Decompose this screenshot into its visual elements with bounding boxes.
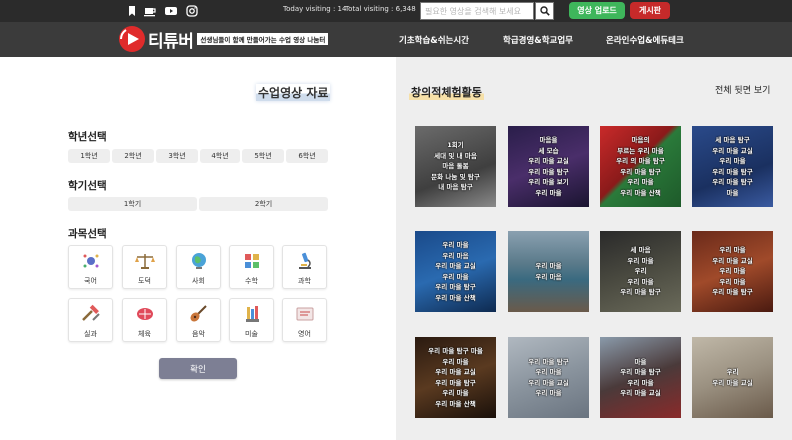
search-icon	[539, 6, 550, 16]
subject-math[interactable]: 수학	[229, 245, 274, 289]
subject-korean[interactable]: 국어	[68, 245, 113, 289]
subject-label: 미술	[245, 330, 258, 338]
grade-1-button[interactable]: 1학년	[68, 149, 110, 163]
scale-icon	[135, 254, 155, 269]
thumbnail-caption: 마음을 세 모습 우리 마을 교실 우리 마을 탐구 우리 마을 보기 우리 마…	[528, 136, 569, 197]
thumbnail-caption: 우리 마을 우리 마음 우리 마을 교실 우리 마을 우리 마을 탐구 우리 마…	[435, 241, 476, 302]
paintbrush-icon	[246, 306, 259, 322]
video-thumbnail-12[interactable]: 우리 우리 마을 교실	[692, 337, 773, 418]
subject-english[interactable]: 영어	[282, 298, 327, 342]
math-blocks-icon	[245, 254, 259, 268]
grade-4-button[interactable]: 4학년	[200, 149, 240, 163]
grade-5-button[interactable]: 5학년	[242, 149, 284, 163]
bookmark-icon[interactable]	[125, 4, 139, 18]
logo-text: 티튜버	[148, 31, 194, 52]
today-visiting: Today visiting : 14	[283, 5, 347, 13]
search-input[interactable]	[420, 2, 534, 20]
video-upload-button[interactable]: 영상 업로드	[569, 2, 625, 19]
semester-section-title: 학기선택	[68, 180, 107, 192]
thumbnail-caption: 우리 마을 탐구 마을 우리 마을 우리 마을 교실 우리 마을 탐구 우리 마…	[428, 347, 483, 408]
nav-item-basic-learning[interactable]: 기초학습&쉬는시간	[399, 34, 469, 46]
guitar-icon	[190, 305, 207, 322]
confirm-button[interactable]: 확인	[159, 358, 237, 379]
subject-label: 체육	[138, 330, 151, 338]
youtube-icon[interactable]	[164, 4, 178, 18]
nav-item-class-management[interactable]: 학급경영&학교업무	[503, 34, 573, 46]
subject-label: 영어	[298, 330, 311, 338]
page-title: 수업영상 자료	[256, 84, 331, 101]
subject-art[interactable]: 미술	[229, 298, 274, 342]
section-title: 창의적체험활동	[409, 84, 484, 100]
thumbnail-caption: 1회기 세대 및 내 마음 마음 돌봄 문화 나눔 및 탐구 내 마음 탐구	[431, 141, 480, 192]
thumbnail-caption: 마을 우리 마을 탐구 우리 마을 우리 마을 교실	[620, 357, 661, 398]
search-button[interactable]	[535, 2, 554, 20]
site-logo[interactable]: 티튜버 선생님들이 함께 만들어가는 수업 영상 나눔터	[118, 25, 329, 53]
play-logo-icon	[119, 26, 145, 52]
microscope-icon	[299, 252, 311, 269]
tools-icon	[82, 304, 100, 321]
nav-item-online-class[interactable]: 온라인수업&에듀테크	[606, 34, 684, 46]
thumbnail-caption: 마음의 부르는 우리 마을 우리 의 마을 탐구 우리 마을 탐구 우리 마을 …	[616, 136, 665, 197]
semester-1-button[interactable]: 1학기	[68, 197, 197, 211]
subject-label: 음악	[192, 330, 205, 338]
video-thumbnail-3[interactable]: 마음의 부르는 우리 마을 우리 의 마을 탐구 우리 마을 탐구 우리 마을 …	[600, 126, 681, 207]
subject-label: 수학	[245, 277, 258, 285]
globe-icon	[192, 253, 206, 269]
subject-label: 국어	[84, 277, 97, 285]
subject-social[interactable]: 사회	[176, 245, 221, 289]
thumbnail-caption: 세 마음 탐구 우리 마을 교실 우리 마을 우리 마을 탐구 우리 마을 탐구…	[712, 136, 753, 197]
subject-pe[interactable]: 체육	[122, 298, 167, 342]
thumbnail-caption: 세 마음 우리 마을 우리 우리 마을 우리 마을 탐구	[620, 246, 661, 297]
total-visiting: Total visiting : 6,348	[345, 5, 416, 13]
video-thumbnail-9[interactable]: 우리 마을 탐구 마을 우리 마을 우리 마을 교실 우리 마을 탐구 우리 마…	[415, 337, 496, 418]
video-thumbnail-11[interactable]: 마을 우리 마을 탐구 우리 마을 우리 마을 교실	[600, 337, 681, 418]
video-thumbnail-4[interactable]: 세 마음 탐구 우리 마을 교실 우리 마을 우리 마을 탐구 우리 마을 탐구…	[692, 126, 773, 207]
subject-label: 도덕	[138, 277, 151, 285]
coffee-icon[interactable]	[143, 4, 157, 18]
video-thumbnail-10[interactable]: 우리 마을 탐구 우리 마을 우리 마을 교실 우리 마을	[508, 337, 589, 418]
logo-tagline: 선생님들이 함께 만들어가는 수업 영상 나눔터	[197, 33, 329, 45]
subject-science[interactable]: 과학	[282, 245, 327, 289]
video-thumbnail-8[interactable]: 우리 마을 우리 마을 교실 우리 마을 우리 마을 우리 마을 탐구	[692, 231, 773, 312]
board-button[interactable]: 게시판	[630, 2, 670, 19]
subject-practical-arts[interactable]: 실과	[68, 298, 113, 342]
thumbnail-caption: 우리 마을 우리 마음	[535, 262, 562, 281]
video-thumbnail-1[interactable]: 1회기 세대 및 내 마음 마음 돌봄 문화 나눔 및 탐구 내 마음 탐구	[415, 126, 496, 207]
thumbnail-caption: 우리 마을 우리 마을 교실 우리 마을 우리 마을 우리 마을 탐구	[712, 246, 753, 297]
subject-section-title: 과목선택	[68, 228, 107, 240]
video-thumbnail-2[interactable]: 마음을 세 모습 우리 마을 교실 우리 마을 탐구 우리 마을 보기 우리 마…	[508, 126, 589, 207]
video-thumbnail-5[interactable]: 우리 마을 우리 마음 우리 마을 교실 우리 마을 우리 마을 탐구 우리 마…	[415, 231, 496, 312]
grade-section-title: 학년선택	[68, 131, 107, 143]
subject-music[interactable]: 음악	[176, 298, 221, 342]
subject-ethics[interactable]: 도덕	[122, 245, 167, 289]
video-thumbnail-7[interactable]: 세 마음 우리 마을 우리 우리 마을 우리 마을 탐구	[600, 231, 681, 312]
grade-2-button[interactable]: 2학년	[112, 149, 154, 163]
instagram-icon[interactable]	[185, 4, 199, 18]
subject-label: 사회	[192, 277, 205, 285]
grade-6-button[interactable]: 6학년	[286, 149, 328, 163]
korean-icon	[83, 254, 99, 268]
thumbnail-caption: 우리 우리 마을 교실	[712, 368, 753, 387]
see-all-link[interactable]: 전체 뒷면 보기	[715, 83, 770, 96]
top-bar: Today visiting : 14 Total visiting : 6,3…	[0, 0, 792, 22]
subject-label: 과학	[298, 277, 311, 285]
grade-3-button[interactable]: 3학년	[156, 149, 198, 163]
sports-icon	[137, 308, 153, 320]
video-thumbnail-6[interactable]: 우리 마을 우리 마음	[508, 231, 589, 312]
subject-label: 실과	[84, 330, 97, 338]
english-book-icon	[296, 307, 314, 321]
semester-2-button[interactable]: 2학기	[199, 197, 328, 211]
nav-bar: 티튜버 선생님들이 함께 만들어가는 수업 영상 나눔터 기초학습&쉬는시간 학…	[0, 22, 792, 57]
thumbnail-caption: 우리 마을 탐구 우리 마을 우리 마을 교실 우리 마을	[528, 357, 569, 398]
